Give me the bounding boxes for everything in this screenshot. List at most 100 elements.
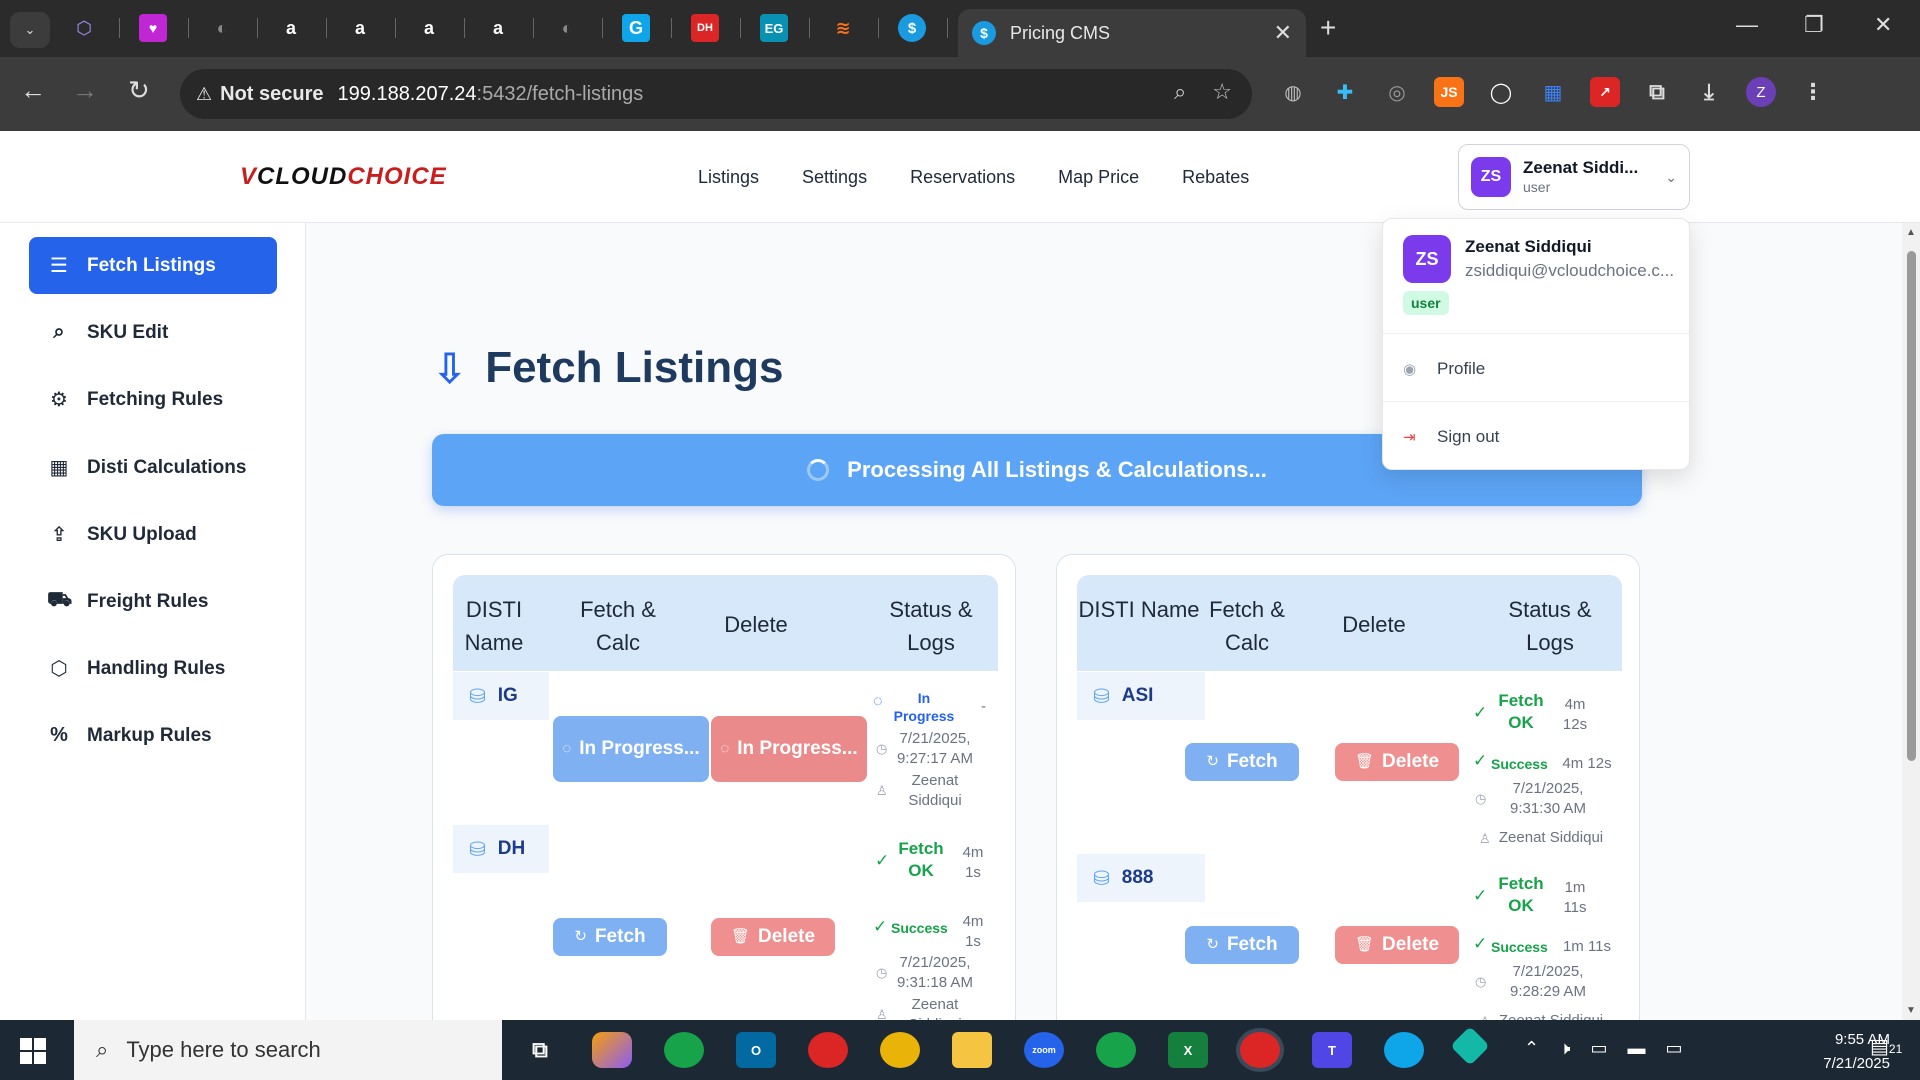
sidebar-item-fetch-listings[interactable]: ☰ Fetch Listings <box>29 237 277 294</box>
sidebar-item-sku-edit[interactable]: ⌕ SKU Edit <box>29 304 277 361</box>
nav-settings[interactable]: Settings <box>802 167 867 188</box>
app-icon[interactable] <box>1450 1026 1490 1066</box>
download-icon[interactable]: ⤓ <box>1694 77 1724 107</box>
edge-icon[interactable] <box>1384 1032 1424 1068</box>
outlook-icon[interactable]: O <box>736 1032 776 1068</box>
pinned-tab[interactable]: EG <box>760 14 810 42</box>
sidebar-item-fetching-rules[interactable]: ⚙ Fetching Rules <box>29 371 277 428</box>
sidebar-item-disti-calculations[interactable]: ▦ Disti Calculations <box>29 439 277 496</box>
copilot-icon[interactable] <box>592 1032 632 1068</box>
bookmark-star-icon[interactable]: ☆ <box>1212 79 1232 105</box>
database-icon: ⛁ <box>1093 685 1110 708</box>
sidebar-item-sku-upload[interactable]: ⇪ SKU Upload <box>29 506 277 563</box>
close-window-icon[interactable]: ✕ <box>1874 12 1892 38</box>
avatar: ZS <box>1471 157 1511 197</box>
system-tray: ⌃ 🕨 ▭ ▬ ▭ <box>1524 1038 1682 1059</box>
pinned-tab[interactable]: ◐ <box>208 14 258 42</box>
volume-icon[interactable]: 🕨 <box>1559 1038 1570 1059</box>
cloud-extension-icon[interactable]: ◎ <box>1382 77 1412 107</box>
pinned-tab[interactable]: $ <box>898 14 948 42</box>
browser-profile-avatar[interactable]: Z <box>1746 77 1776 107</box>
fetch-duration: 4m 1s <box>962 844 984 881</box>
company-logo[interactable]: VCLOUDCHOICE <box>240 163 447 191</box>
minimize-icon[interactable]: — <box>1736 12 1758 38</box>
scroll-down-icon[interactable]: ▼ <box>1906 1005 1916 1016</box>
fetch-in-progress-button[interactable]: ◌ In Progress... <box>553 716 709 782</box>
plus-extension-icon[interactable]: ✚ <box>1330 77 1360 107</box>
sidebar-item-markup-rules[interactable]: % Markup Rules <box>29 707 277 764</box>
menu-item-label: Sign out <box>1437 427 1500 446</box>
battery-icon[interactable]: ▬ <box>1627 1038 1645 1059</box>
pinned-tab[interactable]: DH <box>691 14 741 42</box>
nav-listings[interactable]: Listings <box>698 167 759 188</box>
chrome-icon[interactable] <box>880 1032 920 1068</box>
reload-icon[interactable]: ↻ <box>128 75 150 106</box>
circle-extension-icon[interactable]: ◯ <box>1486 77 1516 107</box>
pinned-tab[interactable]: ♥ <box>139 14 189 42</box>
js-extension-icon[interactable]: JS <box>1434 77 1464 107</box>
pinned-tab[interactable]: G <box>622 14 672 42</box>
delete-button[interactable]: 🗑 Delete <box>1335 743 1459 781</box>
zoom-icon[interactable]: zoom <box>1024 1032 1064 1068</box>
chart-extension-icon[interactable]: ▦ <box>1538 77 1568 107</box>
security-indicator[interactable]: ⚠ Not secure <box>196 83 324 106</box>
scrollbar-thumb[interactable] <box>1907 251 1916 761</box>
pinned-tab[interactable]: a <box>346 14 396 42</box>
file-explorer-icon[interactable] <box>952 1032 992 1068</box>
chrome-active-icon[interactable] <box>1240 1032 1280 1068</box>
back-icon[interactable]: ← <box>20 75 46 106</box>
menu-item-sign-out[interactable]: ⇥ Sign out <box>1403 427 1499 447</box>
windows-start-icon[interactable] <box>20 1038 46 1064</box>
task-view-icon[interactable]: ⧉ <box>520 1032 560 1068</box>
excel-icon[interactable]: X <box>1168 1032 1208 1068</box>
sidebar-item-handling-rules[interactable]: ⬡ Handling Rules <box>29 640 277 697</box>
delete-button[interactable]: 🗑 Delete <box>711 918 835 956</box>
fetch-button[interactable]: ↻ Fetch <box>553 918 667 956</box>
profile-icon: ◉ <box>1403 361 1417 378</box>
page-scrollbar[interactable]: ▲ ▼ <box>1902 223 1920 1020</box>
fetch-status: Fetch OK <box>898 839 944 881</box>
user-menu-button[interactable]: ZS Zeenat Siddi... user ⌄ <box>1458 144 1690 210</box>
fetch-button[interactable]: ↻ Fetch <box>1185 743 1299 781</box>
chrome-icon[interactable] <box>1096 1032 1136 1068</box>
zoom-icon[interactable]: ⌕ <box>1174 79 1186 105</box>
tab-search-menu[interactable]: ⌄ <box>10 12 50 48</box>
button-label: Delete <box>758 926 816 948</box>
pinned-tab[interactable]: a <box>484 14 534 42</box>
delete-button[interactable]: 🗑 Delete <box>1335 926 1459 964</box>
globe-extension-icon[interactable]: ◍ <box>1278 77 1308 107</box>
arrow-extension-icon[interactable]: ↗ <box>1590 77 1620 107</box>
nav-map-price[interactable]: Map Price <box>1058 167 1139 188</box>
pinned-tab[interactable]: a <box>415 14 465 42</box>
scroll-up-icon[interactable]: ▲ <box>1906 227 1916 238</box>
browser-menu-icon[interactable]: ⋮ <box>1798 77 1828 107</box>
calc-duration: 4m 1s <box>962 913 984 950</box>
display-icon[interactable]: ▭ <box>1665 1038 1682 1059</box>
forward-icon[interactable]: → <box>72 75 98 106</box>
active-tab[interactable]: $ Pricing CMS ✕ <box>958 9 1306 57</box>
menu-item-profile[interactable]: ◉ Profile <box>1403 359 1485 379</box>
pinned-tab[interactable]: ≋ <box>829 14 879 42</box>
sidebar-item-freight-rules[interactable]: ⛟ Freight Rules <box>29 573 277 630</box>
nav-reservations[interactable]: Reservations <box>910 167 1015 188</box>
fetch-button[interactable]: ↻ Fetch <box>1185 926 1299 964</box>
spinner-icon: ◌ <box>562 739 572 757</box>
pinned-tab[interactable]: ◐ <box>553 14 603 42</box>
network-icon[interactable]: ▭ <box>1590 1038 1607 1059</box>
address-bar[interactable]: ⚠ Not secure 199.188.207.24:5432/fetch-li… <box>180 69 1252 119</box>
puzzle-extensions-icon[interactable]: ⧉ <box>1642 77 1672 107</box>
teams-icon[interactable]: T <box>1312 1032 1352 1068</box>
nav-rebates[interactable]: Rebates <box>1182 167 1249 188</box>
notification-icon[interactable]: ▤21 <box>1870 1034 1902 1059</box>
taskbar-search[interactable]: ⌕ Type here to search <box>74 1020 502 1080</box>
pinned-tab[interactable]: ⬡ <box>70 14 120 42</box>
pinned-tab[interactable]: a <box>277 14 327 42</box>
chrome-icon[interactable] <box>808 1032 848 1068</box>
chevron-up-icon[interactable]: ⌃ <box>1524 1038 1539 1059</box>
chrome-icon[interactable] <box>664 1032 704 1068</box>
close-tab-icon[interactable]: ✕ <box>1274 20 1292 46</box>
menu-item-label: Profile <box>1437 359 1486 378</box>
new-tab-button[interactable]: + <box>1320 12 1336 44</box>
restore-icon[interactable]: ❐ <box>1804 12 1824 38</box>
delete-in-progress-button[interactable]: ◌ In Progress... <box>711 716 867 782</box>
